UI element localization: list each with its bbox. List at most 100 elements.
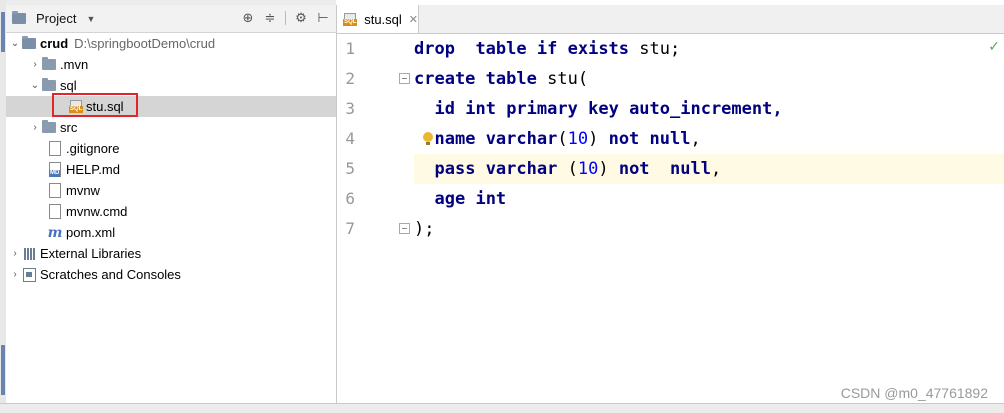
punctuation: );: [414, 219, 435, 239]
project-folder-icon: [12, 11, 26, 26]
tree-item-pom-xml[interactable]: m pom.xml: [6, 222, 336, 243]
text-file-icon: [48, 204, 62, 219]
tab-label: stu.sql: [364, 11, 402, 27]
tree-item-label: .mvn: [60, 57, 89, 72]
tree-item-label: sql: [60, 78, 77, 93]
watermark: CSDN @m0_47761892: [840, 385, 988, 401]
keyword: age: [434, 189, 466, 209]
tree-item-sql-folder[interactable]: ⌄ sql: [6, 75, 336, 96]
fold-marker-icon[interactable]: [399, 73, 410, 84]
tree-item-label: mvnw.cmd: [66, 204, 128, 219]
collapse-all-icon[interactable]: ≑: [263, 10, 277, 25]
keyword: drop: [414, 39, 455, 59]
collapse-arrow-icon[interactable]: ›: [8, 248, 22, 259]
scratch-icon: [22, 267, 36, 282]
keyword: int: [465, 99, 496, 119]
line-gutter: 1 2 3 4 5 6 7: [337, 34, 410, 403]
keyword: varchar: [485, 159, 558, 179]
project-panel: Project ▼ ⊕ ≑ ⚙ ⊢ ⌄ crud D:\springbootDe…: [6, 5, 337, 403]
sql-file-icon: SQL: [68, 100, 84, 114]
line-number: 3: [345, 99, 355, 118]
line-number: 1: [345, 39, 355, 58]
project-folder-icon: [22, 36, 36, 51]
identifier: stu(: [547, 69, 589, 89]
keyword: primary: [506, 99, 578, 119]
keyword: not: [608, 129, 640, 149]
sql-file-icon: SQL: [343, 12, 358, 26]
code-line-7: );: [414, 214, 1004, 244]
project-view-selector[interactable]: Project ▼: [12, 11, 95, 26]
text-file-icon: [48, 141, 62, 156]
code-line-6: age int: [414, 184, 1004, 214]
tree-item-label: External Libraries: [40, 246, 142, 261]
code-line-5: pass varchar (10) not null,: [414, 154, 1004, 184]
code-editor[interactable]: drop table if exists stu; create table s…: [414, 34, 1004, 403]
folder-icon: [42, 57, 56, 72]
keyword: name: [434, 129, 476, 149]
collapse-arrow-icon[interactable]: ›: [28, 59, 42, 70]
line-number: 4: [345, 129, 355, 148]
punctuation: (: [567, 159, 578, 179]
keyword: if: [536, 39, 558, 59]
folder-icon: [42, 120, 56, 135]
keyword: not: [618, 159, 650, 179]
number-literal: 10: [567, 129, 589, 149]
tree-item-label: pom.xml: [66, 225, 116, 240]
tree-item-label: HELP.md: [66, 162, 120, 177]
tree-item-external-libraries[interactable]: › External Libraries: [6, 243, 336, 264]
locate-target-icon[interactable]: ⊕: [241, 10, 255, 25]
library-icon: [22, 247, 36, 261]
line-number: 5: [345, 159, 355, 178]
tree-item-stu-sql[interactable]: SQL stu.sql: [6, 93, 336, 117]
tree-item-label: mvnw: [66, 183, 100, 198]
chevron-down-icon[interactable]: ▼: [86, 14, 95, 24]
punctuation: ,: [690, 129, 701, 149]
code-line-1: drop table if exists stu;: [414, 34, 1004, 64]
structure-tool-tab[interactable]: [1, 345, 5, 395]
tree-item-help-md[interactable]: MD HELP.md: [6, 159, 336, 180]
hide-panel-icon[interactable]: ⊢: [316, 10, 330, 25]
code-line-2: create table stu(: [414, 64, 1004, 94]
project-path: D:\springbootDemo\crud: [74, 36, 216, 51]
fold-marker-icon[interactable]: [399, 223, 410, 234]
tree-item-label: src: [60, 120, 78, 135]
gear-icon[interactable]: ⚙: [294, 10, 308, 25]
expand-arrow-icon[interactable]: ⌄: [28, 80, 42, 91]
tree-item-crud[interactable]: ⌄ crud D:\springbootDemo\crud: [6, 33, 336, 54]
check-icon: ✓: [988, 38, 1000, 54]
keyword: create: [414, 69, 476, 89]
project-tool-tab[interactable]: [1, 12, 5, 52]
tree-item-src[interactable]: › src: [6, 117, 336, 138]
punctuation: ,: [710, 159, 722, 179]
tree-item-mvn[interactable]: › .mvn: [6, 54, 336, 75]
collapse-arrow-icon[interactable]: ›: [28, 122, 42, 133]
editor-area: SQL stu.sql ✕ 1 2 3 4 5 6 7 drop table i…: [337, 5, 1004, 403]
tab-stu-sql[interactable]: SQL stu.sql ✕: [337, 5, 419, 33]
project-panel-header: Project ▼ ⊕ ≑ ⚙ ⊢: [6, 5, 336, 33]
editor-tab-bar: SQL stu.sql ✕: [337, 5, 1004, 34]
punctuation: ): [588, 129, 599, 149]
code-line-3: id int primary key auto_increment,: [414, 94, 1004, 124]
line-number: 7: [345, 219, 355, 238]
tree-item-scratches[interactable]: › Scratches and Consoles: [6, 264, 336, 285]
keyword: id: [434, 99, 455, 119]
number-literal: 10: [577, 159, 599, 179]
keyword: table: [475, 39, 527, 59]
identifier: stu;: [639, 39, 681, 59]
close-icon[interactable]: ✕: [409, 13, 418, 26]
tree-item-gitignore[interactable]: .gitignore: [6, 138, 336, 159]
expand-arrow-icon[interactable]: ⌄: [8, 38, 22, 49]
lightbulb-icon[interactable]: [423, 132, 433, 145]
keyword: null: [649, 129, 691, 149]
keyword: table: [485, 69, 537, 89]
collapse-arrow-icon[interactable]: ›: [8, 269, 22, 280]
tree-item-label: crud: [40, 36, 69, 51]
keyword: pass: [434, 159, 476, 179]
tree-item-label: Scratches and Consoles: [40, 267, 181, 282]
tree-item-mvnw[interactable]: mvnw: [6, 180, 336, 201]
tree-item-label: stu.sql: [86, 99, 124, 114]
markdown-file-icon: MD: [48, 162, 62, 177]
tree-item-mvnw-cmd[interactable]: mvnw.cmd: [6, 201, 336, 222]
keyword: int: [475, 189, 507, 209]
line-number: 2: [345, 69, 355, 88]
